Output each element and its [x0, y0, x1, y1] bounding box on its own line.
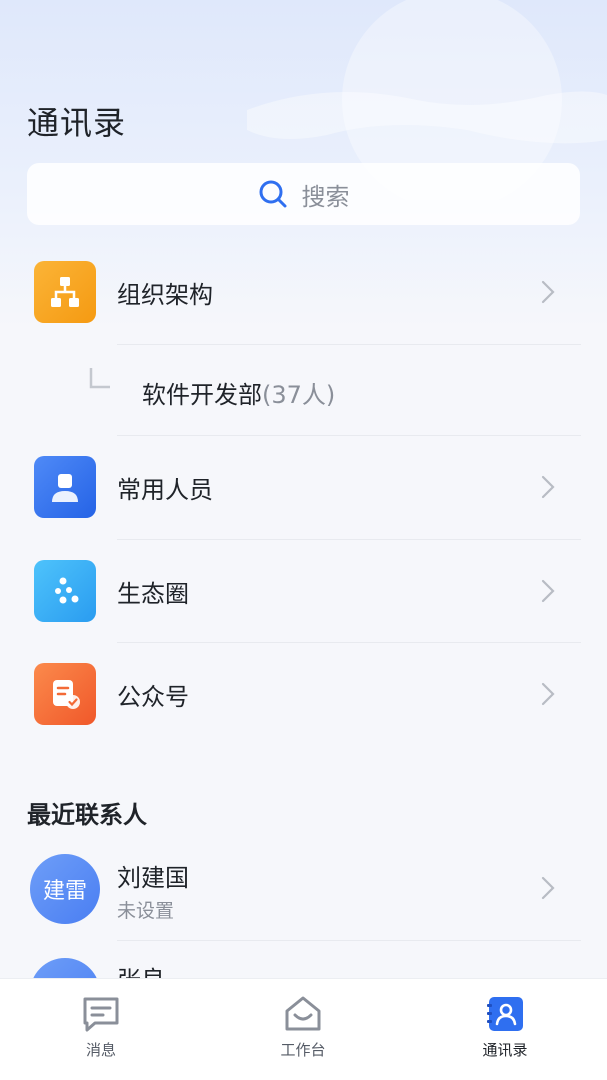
- department-count: (37人): [262, 381, 336, 409]
- search-bar[interactable]: 搜索: [27, 163, 580, 225]
- org-chart-icon: [34, 261, 96, 323]
- menu-item-label: 常用人员: [117, 475, 213, 504]
- menu-item-label: 生态圈: [117, 579, 189, 608]
- menu-item-label: 组织架构: [117, 280, 213, 309]
- search-placeholder: 搜索: [301, 182, 350, 211]
- recent-contacts-title: 最近联系人: [27, 801, 147, 829]
- document-check-icon: [34, 663, 96, 725]
- bottom-tab-bar: 消息 工作台 通讯录: [0, 978, 607, 1080]
- person-icon: [34, 456, 96, 518]
- chevron-right-icon: [541, 682, 555, 706]
- divider: [117, 940, 581, 941]
- contact-row[interactable]: 建雷 刘建国 未设置: [0, 838, 607, 938]
- message-icon: [83, 997, 119, 1032]
- department-name: 软件开发部: [142, 381, 262, 409]
- department-label: 软件开发部(37人): [142, 375, 335, 410]
- menu-item-ecosystem[interactable]: 生态圈: [0, 539, 607, 643]
- menu-item-label: 公众号: [117, 682, 189, 711]
- menu-item-frequent-contacts[interactable]: 常用人员: [0, 435, 607, 539]
- contact-name: 刘建国: [117, 864, 189, 892]
- chevron-right-icon: [541, 579, 555, 603]
- tab-label: 消息: [85, 1041, 116, 1059]
- avatar: 建雷: [30, 854, 100, 924]
- menu-item-org-structure[interactable]: 组织架构: [0, 240, 607, 344]
- tab-label: 通讯录: [482, 1041, 528, 1059]
- contact-status: 未设置: [117, 900, 175, 922]
- contacts-icon: [487, 997, 523, 1031]
- tab-messages[interactable]: 消息: [0, 979, 202, 1080]
- chevron-right-icon: [541, 876, 555, 900]
- chevron-right-icon: [541, 280, 555, 304]
- ecosystem-icon: [34, 560, 96, 622]
- chevron-right-icon: [541, 475, 555, 499]
- tab-label: 工作台: [280, 1041, 326, 1059]
- page-title: 通讯录: [27, 104, 127, 142]
- search-icon: [259, 180, 286, 208]
- tree-branch-icon: [89, 368, 110, 389]
- tab-workbench[interactable]: 工作台: [202, 979, 404, 1080]
- workbench-icon: [285, 996, 321, 1031]
- menu-item-official-accounts[interactable]: 公众号: [0, 642, 607, 746]
- tab-contacts[interactable]: 通讯录: [404, 979, 606, 1080]
- department-row[interactable]: 软件开发部(37人): [0, 345, 607, 435]
